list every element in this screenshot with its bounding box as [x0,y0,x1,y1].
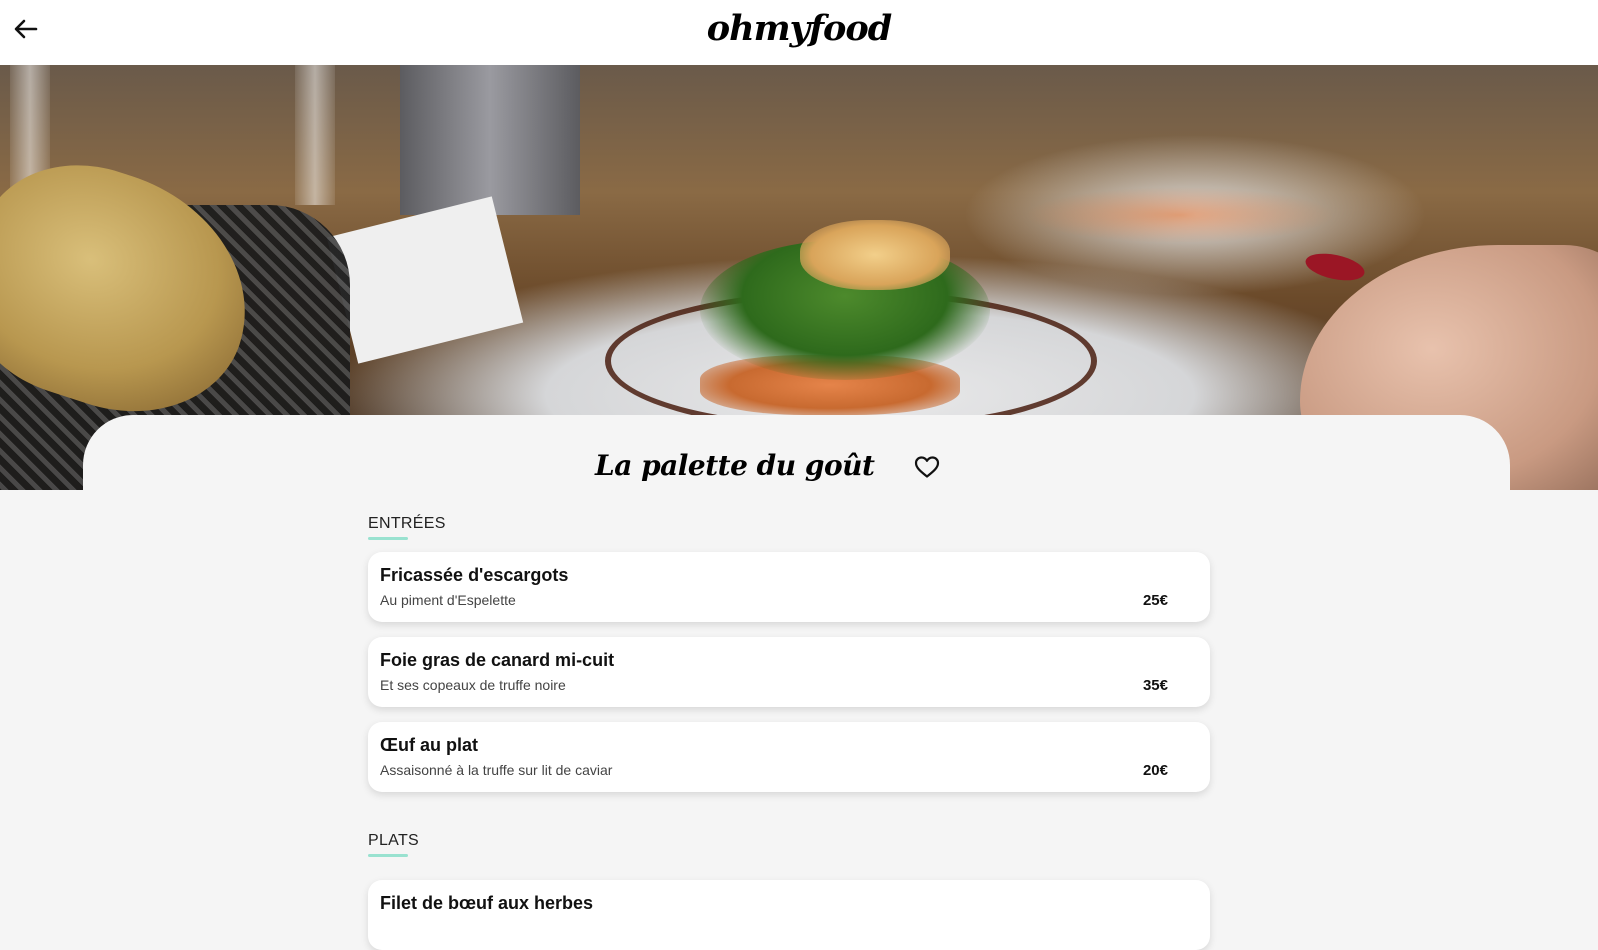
section-heading-plats: PLATS [368,832,419,857]
dish-price: 25€ [1142,592,1168,609]
section-heading-entrees: ENTRÉES [368,515,446,540]
dish-card[interactable]: Œuf au plat Assaisonné à la truffe sur l… [368,722,1210,792]
dish-name: Filet de bœuf aux herbes [380,893,594,913]
top-bar: ohmyfood [0,0,1598,65]
arrow-left-icon [14,19,38,39]
section-underline [368,537,408,540]
dish-card[interactable]: Foie gras de canard mi-cuit Et ses copea… [368,637,1210,707]
dish-description: Et ses copeaux de truffe noire [380,677,566,693]
back-button[interactable] [12,16,40,42]
dish-card[interactable]: Filet de bœuf aux herbes [368,880,1210,950]
section-underline [368,854,408,857]
dish-name: Œuf au plat [380,735,478,755]
app-logo: ohmyfood [706,8,892,49]
dish-price: 35€ [1142,677,1168,694]
heart-outline-icon [914,456,940,478]
section-title: PLATS [368,832,419,849]
favorite-button[interactable] [911,451,943,483]
dish-price: 20€ [1142,762,1168,779]
dish-name: Fricassée d'escargots [380,565,569,585]
restaurant-title-row: La palette du goût [83,445,1510,495]
menu-panel: La palette du goût ENTRÉES Fricassée d'e… [83,415,1510,950]
dish-description: Au piment d'Espelette [380,592,516,608]
restaurant-title: La palette du goût [595,449,875,482]
dish-card[interactable]: Fricassée d'escargots Au piment d'Espele… [368,552,1210,622]
dish-name: Foie gras de canard mi-cuit [380,650,615,670]
section-title: ENTRÉES [368,515,446,532]
dish-description: Assaisonné à la truffe sur lit de caviar [380,762,613,778]
